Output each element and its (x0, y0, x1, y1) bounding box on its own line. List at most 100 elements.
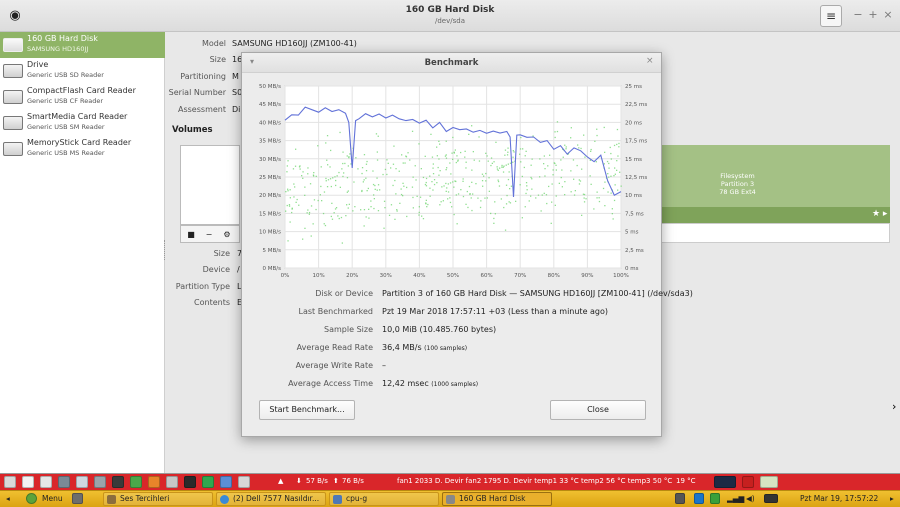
close-dialog-button[interactable]: Close (550, 400, 646, 420)
access-time-point (418, 143, 420, 145)
access-time-point (561, 169, 563, 171)
access-time-point (524, 155, 526, 157)
access-time-point (308, 211, 311, 214)
partition-block[interactable] (660, 145, 890, 207)
delete-partition-button[interactable]: − (201, 228, 217, 241)
access-time-point (509, 162, 512, 164)
access-time-point (460, 189, 462, 191)
access-time-point (294, 165, 297, 167)
show-desktop-icon[interactable] (72, 493, 83, 504)
minimize-button[interactable]: − (852, 8, 864, 21)
show-desktop-icon[interactable] (4, 476, 16, 488)
menu-button[interactable]: ≡ (820, 5, 842, 27)
access-time-point (325, 180, 327, 182)
files-icon[interactable] (22, 476, 34, 488)
access-time-point (407, 152, 409, 154)
access-time-point (572, 159, 575, 161)
access-time-point (308, 213, 310, 215)
access-time-point (334, 176, 336, 178)
package-icon[interactable] (58, 476, 70, 488)
drive-name: CompactFlash Card Reader (27, 86, 136, 95)
access-time-point (468, 185, 471, 188)
access-time-point (304, 194, 306, 196)
access-time-point (468, 133, 470, 135)
settings-icon[interactable] (238, 476, 250, 488)
access-time-point (507, 163, 509, 165)
partition-strip[interactable] (660, 207, 890, 223)
text-editor-icon[interactable] (166, 476, 178, 488)
unmount-button[interactable]: ■ (183, 228, 199, 241)
mouse-cursor-icon: › (892, 400, 897, 413)
access-time-point (507, 151, 509, 153)
screenshot-icon[interactable] (76, 476, 88, 488)
net-down-speed: 57 B/s (306, 477, 328, 485)
sidebar-item-ms-reader[interactable]: MemoryStick Card Reader Generic USB MS R… (0, 136, 165, 162)
access-time-point (470, 197, 472, 199)
volume-map[interactable] (180, 145, 240, 225)
partition-options-button[interactable]: ⚙ (219, 228, 235, 241)
calculator-icon[interactable] (94, 476, 106, 488)
access-time-point (309, 183, 312, 185)
taskbar-item[interactable]: (2) Dell 7577 Nasıldır... (216, 492, 326, 506)
access-time-point (465, 203, 467, 205)
spotify-icon[interactable] (202, 476, 214, 488)
access-time-point (485, 180, 487, 182)
access-time-point (422, 176, 425, 179)
image-viewer-icon[interactable] (220, 476, 232, 488)
access-time-point (554, 131, 556, 133)
access-time-point (332, 177, 334, 179)
access-time-point (493, 222, 495, 224)
access-time-point (330, 215, 332, 218)
bluetooth-icon[interactable] (694, 493, 704, 504)
wifi-icon[interactable]: ▂▄▆ (727, 494, 744, 503)
access-time-point (520, 136, 522, 139)
volume-icon[interactable]: ◀) (746, 494, 755, 503)
lock-icon[interactable] (675, 493, 685, 504)
access-time-point (506, 154, 509, 156)
workspace-switcher-icon[interactable] (760, 476, 778, 488)
sidebar-item-sm-reader[interactable]: SmartMedia Card Reader Generic USB SM Re… (0, 110, 165, 136)
sidebar-item-cf-reader[interactable]: CompactFlash Card Reader Generic USB CF … (0, 84, 165, 110)
access-time-point (383, 227, 385, 229)
mint-menu-icon[interactable] (26, 493, 37, 504)
taskbar-item[interactable]: Ses Tercihleri (103, 492, 213, 506)
free-space-block[interactable] (660, 223, 890, 243)
access-time-point (405, 155, 407, 157)
pane-splitter[interactable] (164, 240, 167, 260)
access-time-point (342, 175, 344, 178)
y-left-tick-label: 5 MB/s (263, 248, 282, 254)
access-time-point (579, 180, 582, 182)
close-button[interactable]: × (882, 8, 894, 21)
access-time-point (596, 191, 598, 193)
access-time-point (348, 203, 350, 205)
update-icon[interactable] (710, 493, 720, 504)
power-icon[interactable] (742, 476, 754, 488)
firefox-icon[interactable] (148, 476, 160, 488)
terminal-icon[interactable] (184, 476, 196, 488)
access-time-point (368, 217, 370, 219)
maximize-button[interactable]: + (867, 8, 879, 21)
sidebar-item-hard-disk[interactable]: 160 GB Hard Disk SAMSUNG HD160JJ (0, 32, 165, 58)
start-benchmark-button[interactable]: Start Benchmark... (259, 400, 355, 420)
access-time-point (336, 175, 338, 177)
taskbar-item-active[interactable]: 160 GB Hard Disk (442, 492, 552, 506)
access-time-point (550, 222, 552, 224)
chrome-icon[interactable] (130, 476, 142, 488)
access-time-point (412, 176, 414, 178)
battery-icon[interactable] (764, 494, 778, 503)
media-player-icon[interactable] (112, 476, 124, 488)
x-tick-label: 60% (480, 273, 492, 279)
taskbar-item[interactable]: cpu-g (329, 492, 439, 506)
clock[interactable]: Pzt Mar 19, 17:57:22 (800, 494, 878, 503)
menu-button-label[interactable]: Menu (42, 494, 63, 503)
access-time-point (362, 181, 364, 183)
access-time-point (455, 194, 457, 196)
access-time-point (346, 177, 349, 179)
scroll-right-icon[interactable]: ▸ (890, 494, 894, 503)
scroll-left-icon[interactable]: ◂ (6, 494, 10, 503)
window-subtitle: /dev/sda (435, 17, 465, 25)
home-folder-icon[interactable] (40, 476, 52, 488)
dialog-close-icon[interactable]: × (646, 56, 654, 66)
access-time-point (439, 143, 441, 145)
sidebar-item-sd-reader[interactable]: Drive Generic USB SD Reader (0, 58, 165, 84)
